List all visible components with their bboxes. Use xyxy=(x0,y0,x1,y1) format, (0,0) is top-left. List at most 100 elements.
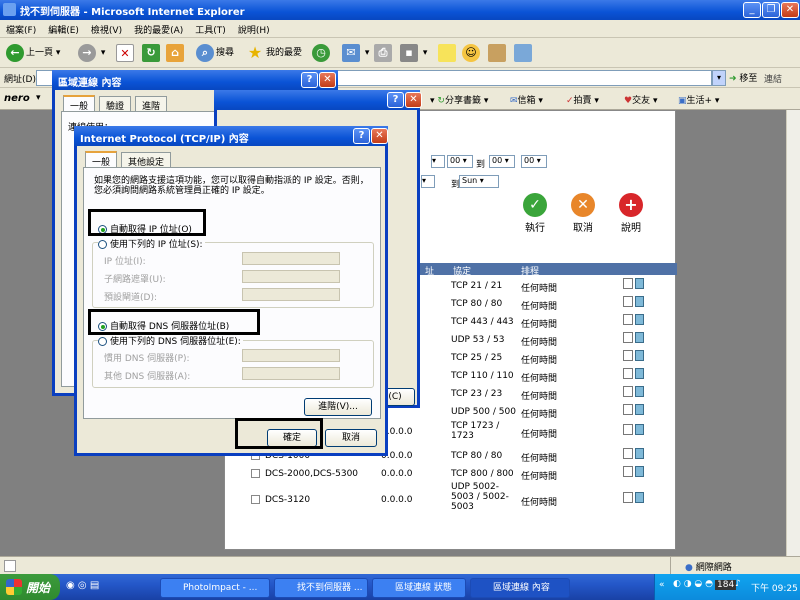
connection-status-close-button[interactable]: ✕ xyxy=(405,92,422,108)
row-checkbox[interactable] xyxy=(251,469,260,478)
tcpip-tab-alternate[interactable]: 其他設定 xyxy=(121,152,172,168)
row-actions[interactable] xyxy=(623,424,644,435)
manual-ip-radio[interactable] xyxy=(98,240,107,249)
trash-icon[interactable] xyxy=(635,296,644,307)
alternate-dns-field[interactable] xyxy=(242,367,340,380)
row-actions[interactable] xyxy=(623,350,644,361)
note-button[interactable] xyxy=(438,43,458,63)
trash-icon[interactable] xyxy=(635,424,644,435)
home-button[interactable]: ⌂ xyxy=(166,43,186,63)
address-dropdown[interactable]: ▾ xyxy=(712,70,726,86)
edit-icon[interactable] xyxy=(623,332,633,343)
trash-icon[interactable] xyxy=(635,448,644,459)
tcpip-tab-general[interactable]: 一般 xyxy=(85,151,118,168)
trash-icon[interactable] xyxy=(635,278,644,289)
row-actions[interactable] xyxy=(623,368,644,379)
menu-tools[interactable]: 工具(T) xyxy=(189,20,232,36)
stop-button[interactable]: ✕ xyxy=(116,43,136,63)
trash-icon[interactable] xyxy=(635,492,644,503)
search-button[interactable]: ⌕ 搜尋 xyxy=(196,43,234,63)
tab-authentication[interactable]: 驗證 xyxy=(99,96,132,112)
cancel-label[interactable]: 取消 xyxy=(573,219,593,234)
tray-expand-icon[interactable]: « xyxy=(659,580,665,590)
forward-button[interactable]: → ▾ xyxy=(78,43,105,63)
edit-icon[interactable] xyxy=(623,466,633,477)
connection-properties-help-button[interactable]: ? xyxy=(301,72,318,88)
run-check-icon[interactable]: ✓ xyxy=(523,193,547,217)
row-actions[interactable] xyxy=(623,278,644,289)
row-actions[interactable] xyxy=(623,492,644,503)
manual-dns-option[interactable]: 使用下列的 DNS 伺服器位址(E): xyxy=(98,334,243,347)
nero-logo[interactable]: nero xyxy=(4,93,30,104)
task-connection-properties[interactable]: 區域連線 內容 xyxy=(470,578,570,598)
trash-icon[interactable] xyxy=(635,466,644,477)
start-button[interactable]: 開始 xyxy=(0,574,60,600)
edit-icon[interactable] xyxy=(623,314,633,325)
desktop-quicklaunch-icon[interactable]: ▤ xyxy=(90,580,99,591)
nero-item-share[interactable]: ▾ ↻分享書籤 ▾ xyxy=(430,93,488,106)
edit-icon[interactable] xyxy=(623,350,633,361)
cancel-x-icon[interactable]: ✕ xyxy=(571,193,595,217)
time-select-3[interactable]: 00 ▾ xyxy=(489,155,515,168)
row-actions[interactable] xyxy=(623,296,644,307)
trash-icon[interactable] xyxy=(635,404,644,415)
cancel-button[interactable]: 取消 xyxy=(325,429,377,447)
nero-item-auction[interactable]: ✓拍賣 ▾ xyxy=(566,93,599,106)
time-select-4[interactable]: 00 ▾ xyxy=(521,155,547,168)
row-checkbox[interactable] xyxy=(251,495,260,504)
tray-badge[interactable]: 184 xyxy=(715,580,737,590)
task-ie[interactable]: 找不到伺服器 ... xyxy=(274,578,368,598)
subnet-mask-field[interactable] xyxy=(242,270,340,283)
close-button[interactable]: ✕ xyxy=(781,2,799,18)
edit-icon[interactable] xyxy=(623,424,633,435)
tcpip-help-button[interactable]: ? xyxy=(353,128,370,144)
nero-item-life[interactable]: ▣生活+ ▾ xyxy=(678,93,719,106)
menu-edit[interactable]: 編輯(E) xyxy=(42,20,85,36)
edit-icon[interactable] xyxy=(623,448,633,459)
trash-icon[interactable] xyxy=(635,332,644,343)
manual-ip-option[interactable]: 使用下列的 IP 位址(S): xyxy=(98,237,205,250)
back-button[interactable]: ← 上一頁 ▾ xyxy=(6,43,60,63)
maximize-button[interactable]: ❐ xyxy=(762,2,780,18)
trash-icon[interactable] xyxy=(635,368,644,379)
tool-button-2[interactable] xyxy=(514,43,534,63)
trash-icon[interactable] xyxy=(635,314,644,325)
row-actions[interactable] xyxy=(623,314,644,325)
edit-button[interactable]: ▪ ▾ xyxy=(400,43,427,63)
task-photoimpact[interactable]: PhotoImpact - ... xyxy=(160,578,270,598)
day-select-2[interactable]: Sun ▾ xyxy=(459,175,499,188)
tab-general[interactable]: 一般 xyxy=(63,95,96,112)
connection-properties-title-bar[interactable]: 區域連線 內容 xyxy=(52,70,338,90)
tcpip-close-button[interactable]: ✕ xyxy=(371,128,388,144)
row-actions[interactable] xyxy=(623,386,644,397)
nero-dropdown[interactable]: ▾ xyxy=(36,93,41,103)
gateway-field[interactable] xyxy=(242,288,340,301)
vertical-scrollbar[interactable] xyxy=(786,110,800,556)
trash-icon[interactable] xyxy=(635,386,644,397)
help-label[interactable]: 說明 xyxy=(621,219,641,234)
edit-icon[interactable] xyxy=(623,296,633,307)
tab-advanced[interactable]: 進階 xyxy=(135,96,168,112)
day-select-1-arrow[interactable]: ▾ xyxy=(421,175,435,188)
menu-favorites[interactable]: 我的最愛(A) xyxy=(128,20,189,36)
links-label[interactable]: 連結 xyxy=(764,72,782,85)
manual-dns-radio[interactable] xyxy=(98,337,107,346)
ie-title-bar[interactable]: 找不到伺服器 - Microsoft Internet Explorer xyxy=(0,0,800,20)
row-actions[interactable] xyxy=(623,466,644,477)
menu-view[interactable]: 檢視(V) xyxy=(85,20,128,36)
edit-icon[interactable] xyxy=(623,278,633,289)
advanced-button[interactable]: 進階(V)... xyxy=(304,398,372,416)
ie-quicklaunch-icon[interactable]: ◉ xyxy=(66,580,75,591)
tcpip-title-bar[interactable]: Internet Protocol (TCP/IP) 內容 xyxy=(74,126,388,146)
volume-icon[interactable]: ♪ xyxy=(735,579,741,589)
nero-item-dating[interactable]: ♥交友 ▾ xyxy=(624,93,657,106)
row-actions[interactable] xyxy=(623,448,644,459)
time-select-1-arrow[interactable]: ▾ xyxy=(431,155,445,168)
connection-status-help-button[interactable]: ? xyxy=(387,92,404,108)
go-button[interactable]: ➜ 移至 xyxy=(729,71,757,84)
refresh-button[interactable]: ↻ xyxy=(142,43,162,63)
help-plus-icon[interactable]: + xyxy=(619,193,643,217)
print-button[interactable]: ⎙ xyxy=(374,43,394,63)
row-actions[interactable] xyxy=(623,332,644,343)
preferred-dns-field[interactable] xyxy=(242,349,340,362)
